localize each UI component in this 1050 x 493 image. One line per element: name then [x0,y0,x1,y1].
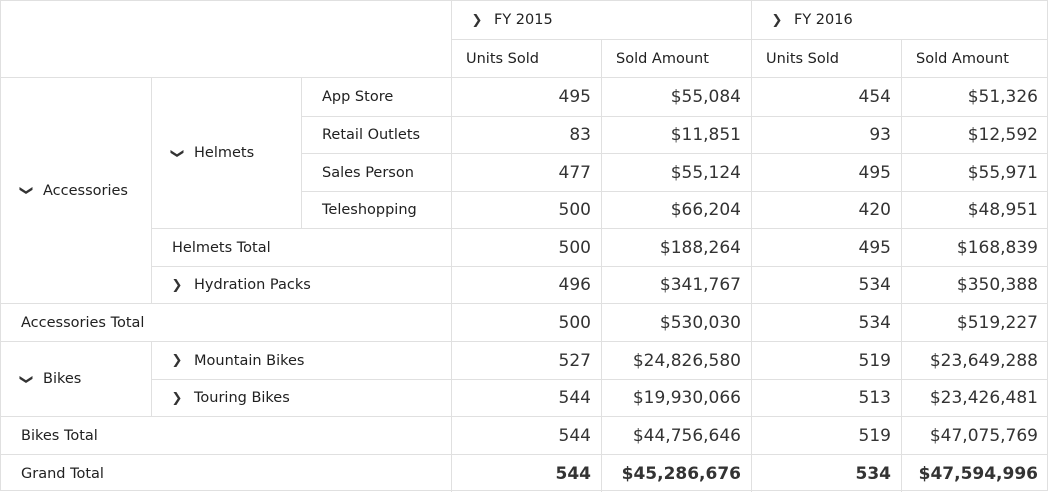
row-header-label: Bikes [43,371,82,387]
value-cell: $44,756,646 [602,417,752,455]
row-header-sales-person: Sales Person [302,154,452,192]
value-cell: 513 [752,380,902,417]
value-cell: $48,951 [902,192,1048,229]
value-cell: 527 [452,342,602,380]
row-header-app-store: App Store [302,78,452,117]
column-header-fy2015[interactable]: ❯ FY 2015 [452,1,752,40]
chevron-down-icon[interactable]: ❯ [170,142,185,164]
measure-header[interactable]: Units Sold [752,40,902,78]
value-cell: 534 [752,455,902,492]
value-cell: 544 [452,380,602,417]
value-cell: $11,851 [602,117,752,154]
value-cell: $23,426,481 [902,380,1048,417]
value-cell: 496 [452,267,602,304]
value-cell: $341,767 [602,267,752,304]
value-cell: $12,592 [902,117,1048,154]
column-header-fy2016[interactable]: ❯ FY 2016 [752,1,1048,40]
value-cell: $51,326 [902,78,1048,117]
value-cell: 83 [452,117,602,154]
row-header-label: Hydration Packs [194,277,311,293]
row-header-accessories-total: Accessories Total [1,304,452,342]
chevron-down-icon[interactable]: ❯ [19,180,34,202]
chevron-right-icon[interactable]: ❯ [166,353,188,368]
value-cell: $47,075,769 [902,417,1048,455]
row-header-retail-outlets: Retail Outlets [302,117,452,154]
corner-cell [1,1,452,78]
chevron-down-icon[interactable]: ❯ [19,368,34,390]
row-header-grand-total: Grand Total [1,455,452,492]
row-header-helmets-total: Helmets Total [152,229,452,267]
row-header-bikes-total: Bikes Total [1,417,452,455]
value-cell: 544 [452,417,602,455]
value-cell: $350,388 [902,267,1048,304]
row-header-label: Touring Bikes [194,390,290,406]
measure-header[interactable]: Sold Amount [602,40,752,78]
row-header-label: Helmets [194,145,255,161]
value-cell: 495 [452,78,602,117]
chevron-right-icon[interactable]: ❯ [166,278,188,293]
value-cell: 544 [452,455,602,492]
row-header-touring-bikes[interactable]: ❯ Touring Bikes [152,380,452,417]
value-cell: 500 [452,304,602,342]
value-cell: $168,839 [902,229,1048,267]
column-header-label: FY 2015 [494,12,553,28]
value-cell: $23,649,288 [902,342,1048,380]
value-cell: $519,227 [902,304,1048,342]
value-cell: 495 [752,229,902,267]
value-cell: 534 [752,267,902,304]
pivot-table: ❯ FY 2015 ❯ FY 2016 Units Sold Sold Amou… [0,0,1048,492]
value-cell: $47,594,996 [918,463,1038,484]
chevron-right-icon[interactable]: ❯ [166,391,188,406]
value-cell: 495 [752,154,902,192]
value-cell: $19,930,066 [602,380,752,417]
value-cell: $24,826,580 [602,342,752,380]
row-header-helmets[interactable]: ❯ Helmets [152,78,302,229]
value-cell: 477 [452,154,602,192]
value-cell: 519 [752,417,902,455]
value-cell: $55,124 [602,154,752,192]
value-cell: $66,204 [602,192,752,229]
measure-header[interactable]: Units Sold [452,40,602,78]
value-cell: 534 [752,304,902,342]
row-header-hydration-packs[interactable]: ❯ Hydration Packs [152,267,452,304]
row-header-mountain-bikes[interactable]: ❯ Mountain Bikes [152,342,452,380]
column-header-label: FY 2016 [794,12,853,28]
chevron-right-icon[interactable]: ❯ [766,13,788,28]
row-header-teleshopping: Teleshopping [302,192,452,229]
value-cell: $55,971 [902,154,1048,192]
value-cell: 420 [752,192,902,229]
value-cell: $188,264 [602,229,752,267]
measure-header[interactable]: Sold Amount [902,40,1048,78]
value-cell: $55,084 [602,78,752,117]
value-cell: $45,286,676 [602,455,752,492]
value-cell: 93 [752,117,902,154]
value-cell: 500 [452,229,602,267]
row-header-label: Mountain Bikes [194,352,305,369]
value-cell: 454 [752,78,902,117]
row-header-bikes[interactable]: ❯ Bikes [1,342,152,417]
value-cell: 519 [752,342,902,380]
row-header-label: Accessories [43,182,128,199]
value-cell: $530,030 [602,304,752,342]
chevron-right-icon[interactable]: ❯ [466,13,488,28]
row-header-accessories[interactable]: ❯ Accessories [1,78,152,304]
value-cell: 500 [452,192,602,229]
